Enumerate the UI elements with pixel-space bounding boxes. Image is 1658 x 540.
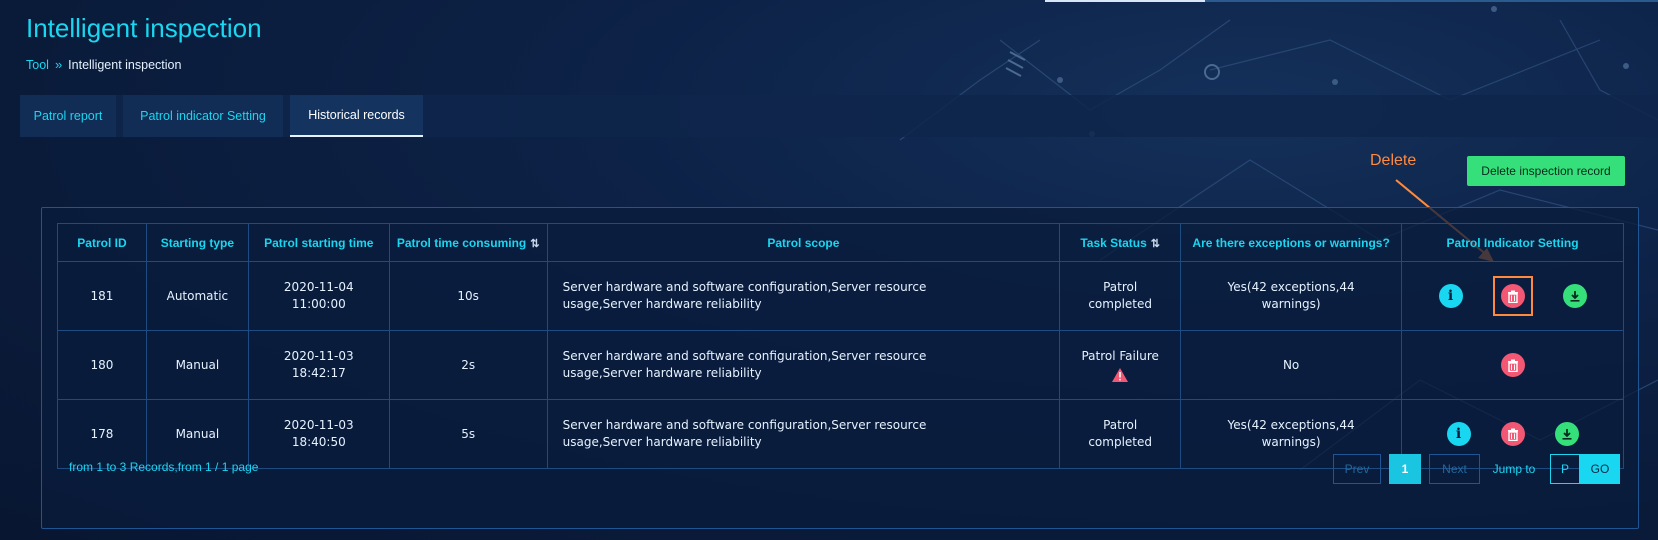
info-icon[interactable]: i	[1438, 284, 1463, 308]
delete-icon[interactable]	[1500, 284, 1525, 308]
col-patrol-id: Patrol ID	[57, 223, 147, 262]
cell-starting-time: 2020-11-03 18:40:50	[247, 399, 390, 469]
prev-page-button[interactable]: Prev	[1333, 454, 1381, 484]
tab-patrol-indicator-setting[interactable]: Patrol indicator Setting	[123, 95, 283, 137]
download-icon[interactable]	[1554, 422, 1579, 446]
tab-patrol-report[interactable]: Patrol report	[20, 95, 116, 137]
cell-starting-time: 2020-11-03 18:42:17	[247, 330, 390, 400]
cell-date: 2020-11-03	[283, 349, 354, 363]
top-accent-line-secondary	[1205, 0, 1658, 2]
breadcrumb-tool-link[interactable]: Tool	[26, 58, 49, 72]
col-patrol-scope: Patrol scope	[546, 223, 1061, 262]
records-table: Patrol ID Starting type Patrol starting …	[57, 223, 1624, 469]
page-title: Intelligent inspection	[26, 13, 262, 43]
pagination-info: from 1 to 3 Records,from 1 / 1 page	[69, 460, 259, 474]
cell-exceptions: Yes(42 exceptions,44 warnings)	[1180, 261, 1403, 331]
cell-patrol-id: 180	[57, 330, 147, 400]
info-icon[interactable]: i	[1446, 422, 1471, 446]
records-panel: Patrol ID Starting type Patrol starting …	[41, 207, 1639, 529]
col-exceptions: Are there exceptions or warnings?	[1180, 223, 1403, 262]
delete-icon[interactable]	[1500, 422, 1525, 446]
cell-scope: Server hardware and software configurati…	[546, 330, 1061, 400]
cell-status: Patrol completed	[1059, 399, 1182, 469]
cell-status: Patrol completed	[1059, 261, 1182, 331]
cell-starting-type: Automatic	[145, 261, 249, 331]
cell-actions	[1401, 330, 1624, 400]
cell-time: 18:40:50	[291, 435, 346, 449]
cell-time: 18:42:17	[291, 366, 346, 380]
cell-duration: 2s	[388, 330, 548, 400]
cell-scope: Server hardware and software configurati…	[546, 399, 1061, 469]
cell-date: 2020-11-03	[283, 418, 354, 432]
sort-icon[interactable]: ⇅	[1151, 238, 1160, 250]
table-header-row: Patrol ID Starting type Patrol starting …	[57, 223, 1624, 262]
breadcrumb-separator-icon: »	[54, 57, 63, 72]
status-text: Patrol Failure	[1081, 349, 1159, 363]
next-page-button[interactable]: Next	[1429, 454, 1480, 484]
page-1-button[interactable]: 1	[1389, 454, 1421, 484]
col-task-status[interactable]: Task Status ⇅	[1059, 223, 1182, 262]
col-patrol-starting-time: Patrol starting time	[247, 223, 390, 262]
breadcrumb: Tool » Intelligent inspection	[26, 57, 181, 72]
jump-to-label: Jump to	[1492, 462, 1536, 476]
tab-historical-records[interactable]: Historical records	[290, 95, 423, 137]
page-jump-input[interactable]: P	[1550, 454, 1580, 484]
cell-scope: Server hardware and software configurati…	[546, 261, 1061, 331]
col-patrol-indicator-setting: Patrol Indicator Setting	[1401, 223, 1624, 262]
cell-duration: 10s	[388, 261, 548, 331]
col-patrol-time-consuming[interactable]: Patrol time consuming ⇅	[388, 223, 548, 262]
annotation-delete-label: Delete	[1370, 152, 1417, 169]
cell-exceptions: No	[1180, 330, 1403, 400]
top-accent-line	[1045, 0, 1205, 2]
col-patrol-time-consuming-label: Patrol time consuming	[396, 235, 527, 250]
go-button[interactable]: GO	[1580, 454, 1620, 484]
table-row: 181 Automatic 2020-11-04 11:00:00 10s Ser…	[57, 261, 1624, 331]
tab-bar: Patrol report Patrol indicator Setting H…	[20, 95, 1658, 137]
breadcrumb-current: Intelligent inspection	[68, 57, 182, 72]
delete-icon[interactable]	[1500, 353, 1525, 377]
delete-highlight-box	[1492, 276, 1533, 316]
table-row: 180 Manual 2020-11-03 18:42:17 2s Server …	[57, 330, 1624, 400]
cell-starting-type: Manual	[145, 399, 249, 469]
cell-patrol-id: 178	[57, 399, 147, 469]
cell-patrol-id: 181	[57, 261, 147, 331]
download-icon[interactable]	[1562, 284, 1587, 308]
cell-actions: i	[1401, 261, 1624, 331]
cell-status: Patrol Failure	[1059, 330, 1182, 400]
cell-starting-time: 2020-11-04 11:00:00	[247, 261, 390, 331]
warning-icon	[1112, 368, 1129, 382]
delete-inspection-record-button[interactable]: Delete inspection record	[1467, 156, 1625, 186]
col-starting-type: Starting type	[145, 223, 249, 262]
col-task-status-label: Task Status	[1080, 235, 1147, 250]
cell-time: 11:00:00	[291, 297, 346, 311]
cell-date: 2020-11-04	[283, 280, 354, 294]
sort-icon[interactable]: ⇅	[530, 238, 539, 250]
cell-duration: 5s	[388, 399, 548, 469]
cell-starting-type: Manual	[145, 330, 249, 400]
